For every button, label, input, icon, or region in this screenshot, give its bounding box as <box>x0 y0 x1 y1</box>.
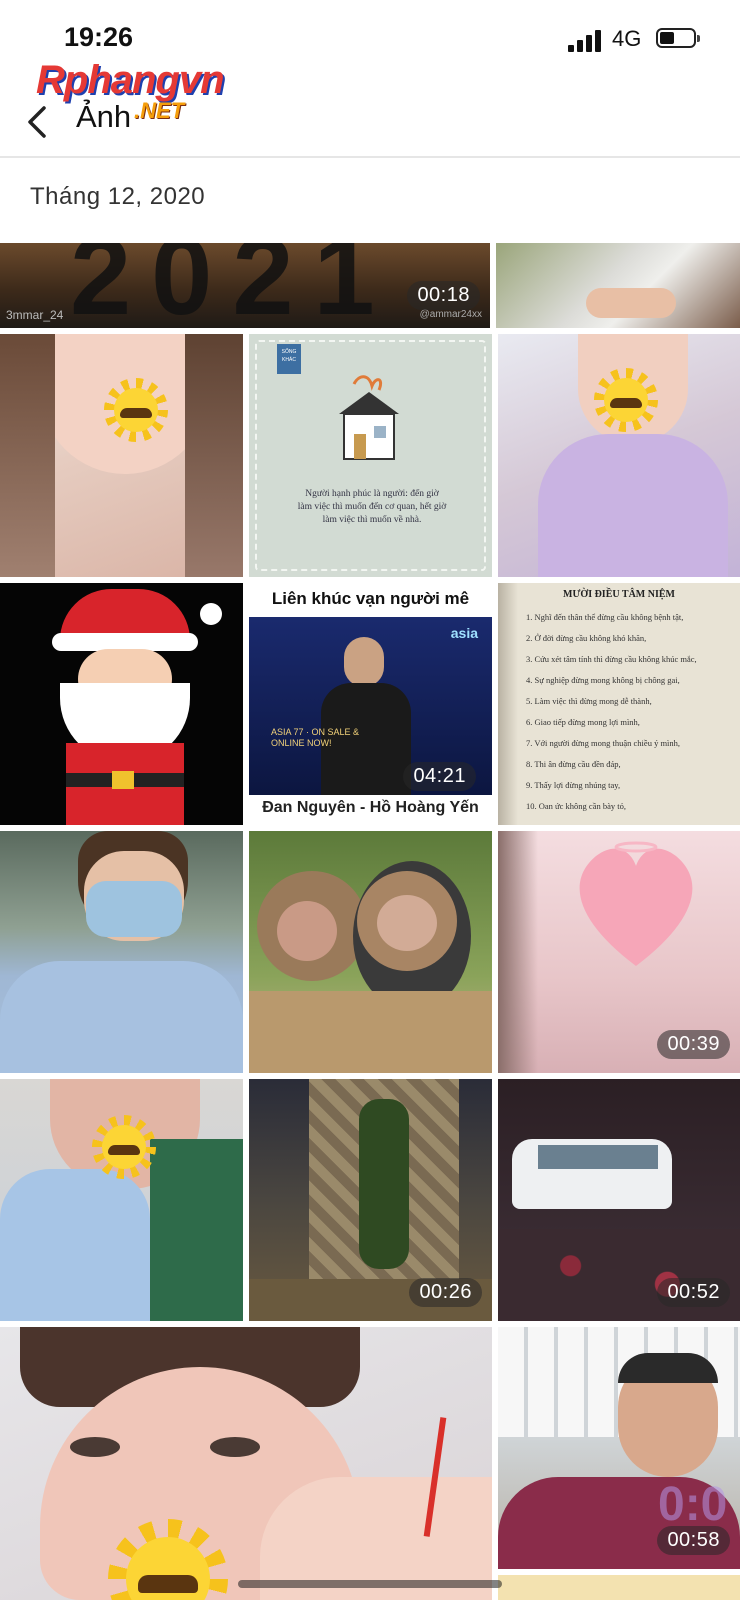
grid-tile-video[interactable]: 0:0 00:58 <box>498 1327 740 1569</box>
grid-tile-photo[interactable]: MƯỜI ĐIỀU TÂM NIỆM 1. Nghĩ đến thân thể … <box>498 583 740 825</box>
grid-tile-video[interactable]: 2021 3mmar_24 @ammar24xx 00:18 <box>0 243 490 328</box>
doc-line: 10. Oan ức không cần bày tỏ, <box>526 801 626 811</box>
emoji-sticker-icon <box>104 378 168 442</box>
video-duration-badge: 00:58 <box>657 1526 730 1555</box>
promo-text: ASIA 77 · ON SALE & ONLINE NOW! <box>271 727 360 748</box>
grid-tile-photo[interactable] <box>249 831 492 1073</box>
video-duration-badge: 00:39 <box>657 1030 730 1059</box>
doc-line: 6. Giao tiếp đừng mong lợi mình, <box>526 717 640 727</box>
doc-line: 9. Thấy lợi đừng nhúng tay, <box>526 780 621 790</box>
photo-grid: 2021 3mmar_24 @ammar24xx 00:18 SỐNG KHÁC… <box>0 0 740 1600</box>
doc-line: 2. Ở đời đừng cầu không khó khăn, <box>526 633 647 643</box>
emoji-sticker-icon <box>92 1115 156 1179</box>
doc-line: 8. Thi ân đừng cầu đền đáp, <box>526 759 621 769</box>
doc-line: 7. Với người đừng mong thuận chiều ý mìn… <box>526 738 681 748</box>
grid-tile-photo[interactable] <box>0 831 243 1073</box>
grid-tile-photo[interactable] <box>498 334 740 577</box>
video-duration-badge: 00:52 <box>657 1278 730 1307</box>
video-subtitle: Đan Nguyên - Hồ Hoàng Yến <box>262 799 479 816</box>
heart-sticker-icon <box>579 841 693 966</box>
grid-tile-photo[interactable]: SỐNG KHÁC Người hạnh phúc là người: đến … <box>249 334 492 577</box>
doc-line: 1. Nghĩ đến thân thể đừng cầu không bệnh… <box>526 612 684 622</box>
home-indicator[interactable] <box>238 1580 502 1588</box>
grid-tile-photo[interactable] <box>0 1079 243 1321</box>
grid-tile-video[interactable]: 00:39 <box>498 831 740 1073</box>
doc-lines: 1. Nghĩ đến thân thể đừng cầu không bệnh… <box>526 607 736 817</box>
grid-tile-photo[interactable] <box>0 334 243 577</box>
video-title: Liên khúc vạn người mê <box>271 589 470 608</box>
grid-tile-photo[interactable] <box>0 583 243 825</box>
emoji-sticker-icon <box>594 368 658 432</box>
video-duration-badge: 00:18 <box>407 281 480 310</box>
tag-label: SỐNG KHÁC <box>277 344 301 374</box>
doc-line: 4. Sự nghiệp đừng mong không bị chông ga… <box>526 675 680 685</box>
video-duration-badge: 00:26 <box>409 1278 482 1307</box>
grid-tile-video[interactable]: Liên khúc vạn người mê asia ASIA 77 · ON… <box>249 583 492 825</box>
quote-text: Người hạnh phúc là người: đến giờ làm vi… <box>297 489 447 525</box>
house-icon <box>339 375 399 460</box>
grid-tile-photo[interactable] <box>0 1327 492 1600</box>
tile-corner-text: @ammar24xx <box>419 309 482 320</box>
grid-tile-video[interactable]: 00:52 <box>498 1079 740 1321</box>
video-duration-badge: 04:21 <box>403 762 476 791</box>
doc-line: 5. Làm việc thì đừng mong dễ thành, <box>526 696 652 706</box>
doc-heading: MƯỜI ĐIỀU TÂM NIỆM <box>563 589 675 600</box>
doc-line: 3. Cứu xét tâm tính thì đừng cầu không k… <box>526 654 697 664</box>
emoji-sticker-icon <box>108 1519 228 1600</box>
grid-tile-video[interactable]: 00:26 <box>249 1079 492 1321</box>
grid-tile-photo[interactable] <box>496 243 740 328</box>
grid-tile-photo[interactable] <box>498 1575 740 1600</box>
tile-caption: 3mmar_24 <box>6 308 64 322</box>
